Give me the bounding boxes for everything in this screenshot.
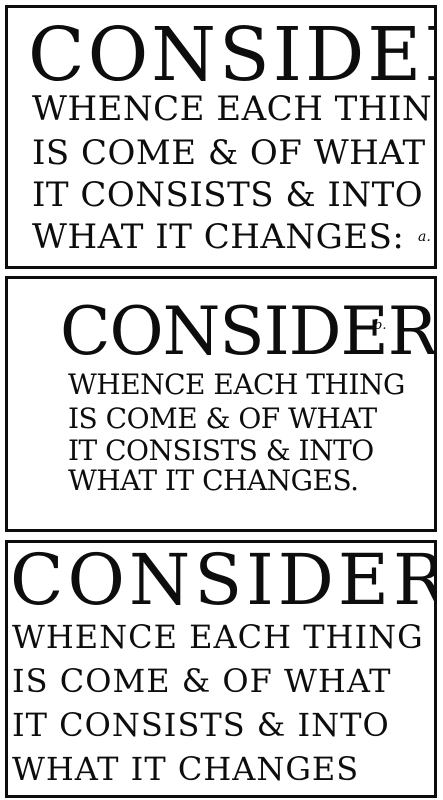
panel-b-line-1: WHENCE EACH THING: [68, 368, 405, 401]
panel-b-line-3: IT CONSISTS & INTO: [68, 434, 374, 467]
panel-c-line-1: WHENCE EACH THING: [12, 618, 424, 656]
panel-c-line-3: IT CONSISTS & INTO: [12, 706, 390, 744]
panel-a-mark: a.: [418, 229, 431, 245]
calligraphy-panel-a: CONSIDER WHENCE EACH THING IS COME & OF …: [5, 5, 437, 269]
panel-a-line-1: WHENCE EACH THING: [32, 89, 437, 129]
panel-c-line-2: IS COME & OF WHAT: [12, 662, 392, 700]
calligraphy-panel-c: CONSIDER WHENCE EACH THING IS COME & OF …: [5, 540, 437, 798]
panel-a-line-4: WHAT IT CHANGES:: [32, 217, 405, 257]
panel-a-line-2: IS COME & OF WHAT: [32, 133, 426, 173]
panel-a-heading: CONSIDER: [28, 12, 434, 98]
panel-c-heading: CONSIDER: [10, 540, 437, 621]
panel-b-line-4: WHAT IT CHANGES.: [68, 464, 359, 497]
panel-c-line-4: WHAT IT CHANGES: [12, 750, 360, 788]
calligraphy-panel-b: CONSIDER WHENCE EACH THING IS COME & OF …: [5, 276, 437, 532]
panel-a-line-3: IT CONSISTS & INTO: [32, 175, 424, 215]
panel-b-line-2: IS COME & OF WHAT: [68, 402, 377, 435]
panel-b-mark: b.: [374, 318, 387, 333]
